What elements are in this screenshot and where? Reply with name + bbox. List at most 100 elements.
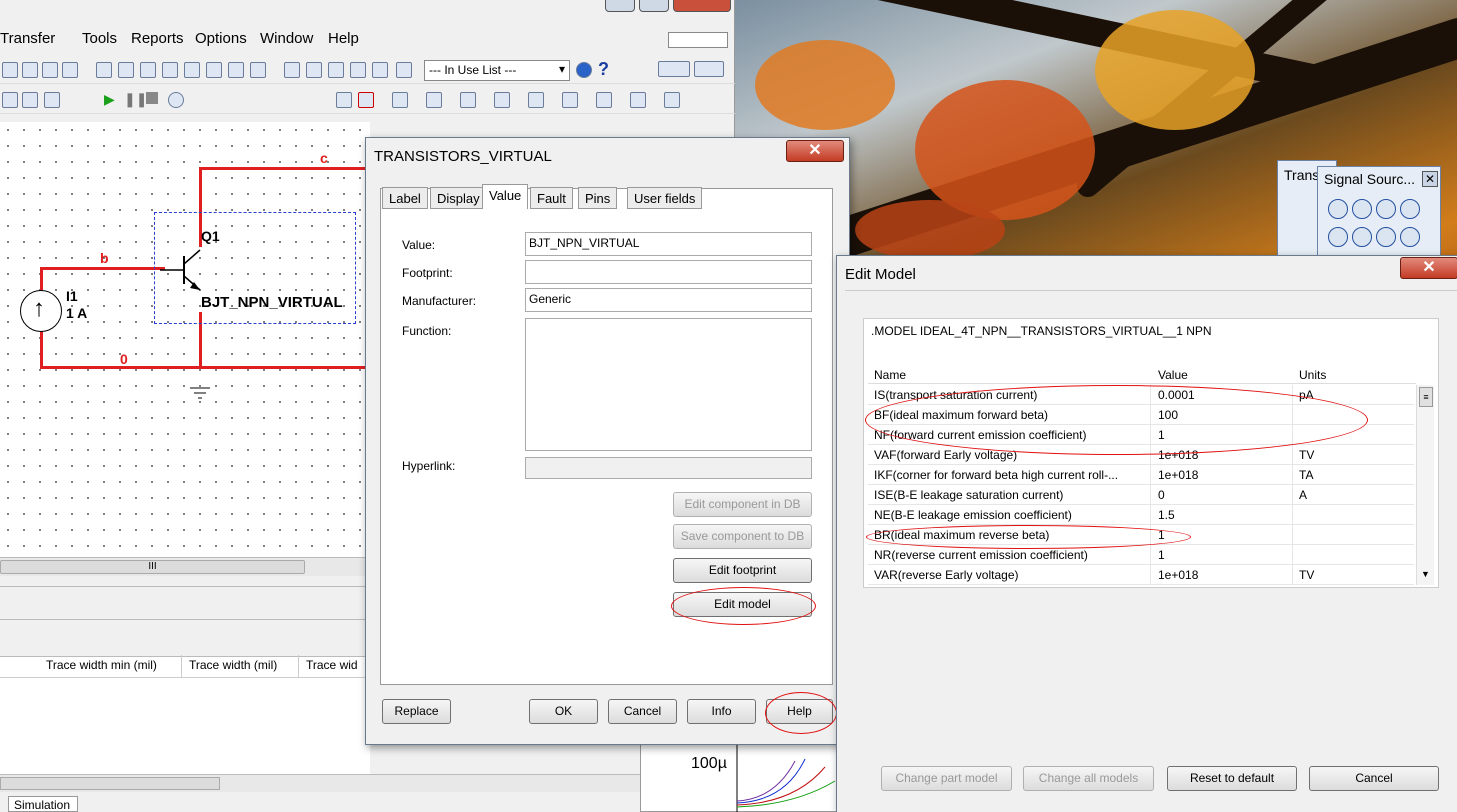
change-part-model-button[interactable]: Change part model [881, 766, 1012, 791]
column-header[interactable]: Trace wid [300, 655, 370, 677]
reset-to-default-button[interactable]: Reset to default [1167, 766, 1297, 791]
column-header[interactable]: Trace width (mil) [183, 655, 299, 677]
forward-annotate-icon[interactable] [396, 62, 412, 78]
word-generator-icon[interactable] [596, 92, 612, 108]
ac-source-icon[interactable] [1328, 199, 1348, 219]
check-icon[interactable] [228, 62, 244, 78]
exp-current-icon[interactable] [1400, 227, 1420, 247]
tab-pins[interactable]: Pins [578, 187, 618, 209]
menu-help[interactable]: Help [328, 30, 359, 47]
counter-icon[interactable] [562, 92, 578, 108]
net-icon[interactable] [22, 92, 38, 108]
table-vscrollbar[interactable]: ≡ ▼ [1416, 385, 1434, 585]
erc-icon[interactable] [306, 62, 322, 78]
tab-fault[interactable]: Fault [530, 187, 573, 209]
pause-icon[interactable]: ❚❚ [124, 91, 147, 108]
close-button[interactable] [673, 0, 731, 12]
cancel-button[interactable]: Cancel [608, 699, 677, 724]
scroll-thumb[interactable]: ≡ [1419, 387, 1433, 407]
ac-current-icon[interactable] [1328, 227, 1348, 247]
zoom-in-icon[interactable] [2, 62, 18, 78]
menu-window[interactable]: Window [260, 30, 313, 47]
dc-current-icon[interactable] [1352, 227, 1372, 247]
annotate-icon[interactable] [350, 62, 366, 78]
zoom-out-icon[interactable] [22, 62, 38, 78]
replace-button[interactable]: Replace [382, 699, 451, 724]
in-use-list-dropdown[interactable]: --- In Use List --- ▾ [424, 60, 570, 81]
menu-tools[interactable]: Tools [82, 30, 117, 47]
manufacturer-field[interactable]: Generic [525, 288, 812, 312]
iv-analyzer-icon[interactable] [664, 92, 680, 108]
tab-display[interactable]: Display [430, 187, 487, 209]
spreadsheet-hscrollbar[interactable] [0, 774, 640, 792]
wire-c[interactable] [199, 167, 370, 170]
grid-icon[interactable] [118, 62, 134, 78]
scroll-thumb[interactable] [0, 777, 220, 790]
table-row[interactable]: NE(B-E leakage emission coefficient) 1.5 [868, 505, 1414, 525]
close-icon[interactable]: ✕ [1422, 171, 1438, 187]
zoom-fit-icon[interactable] [62, 62, 78, 78]
minimize-button[interactable] [605, 0, 635, 12]
multimeter-icon[interactable] [426, 92, 442, 108]
analysis-icon[interactable] [250, 62, 266, 78]
column-header-units[interactable]: Units [1299, 368, 1326, 382]
wire-icon[interactable] [44, 92, 60, 108]
column-header-value[interactable]: Value [1158, 368, 1188, 382]
menu-reports[interactable]: Reports [131, 30, 184, 47]
align-icon[interactable] [336, 92, 352, 108]
probe-icon[interactable] [2, 92, 18, 108]
menu-transfer[interactable]: Transfer [0, 30, 55, 47]
search-icon[interactable] [96, 62, 112, 78]
scroll-down-icon[interactable]: ▼ [1421, 569, 1430, 579]
toggle-icon[interactable] [694, 61, 724, 77]
bode-icon[interactable] [528, 92, 544, 108]
edit-model-cancel-button[interactable]: Cancel [1309, 766, 1439, 791]
change-all-models-button[interactable]: Change all models [1023, 766, 1154, 791]
clock-source-icon[interactable] [1400, 199, 1420, 219]
run-icon[interactable]: ▶ [104, 91, 115, 108]
column-header-name[interactable]: Name [874, 368, 906, 382]
globe-icon[interactable] [576, 62, 592, 78]
info-button[interactable]: Info [687, 699, 756, 724]
tab-user-fields[interactable]: User fields [627, 187, 703, 209]
hyperlink-field[interactable] [525, 457, 812, 479]
breadboard-icon[interactable] [658, 61, 690, 77]
scroll-thumb[interactable]: III [0, 560, 305, 574]
edit-footprint-button[interactable]: Edit footprint [673, 558, 812, 583]
spreadsheet-icon[interactable] [162, 62, 178, 78]
canvas-hscrollbar[interactable]: III [0, 557, 370, 576]
table-row[interactable]: VAR(reverse Early voltage) 1e+018 TV [868, 565, 1414, 585]
tab-value[interactable]: Value [482, 184, 529, 209]
tab-simulation[interactable]: Simulation [8, 796, 78, 812]
wire-0[interactable] [40, 366, 370, 369]
stop-icon[interactable] [146, 92, 158, 104]
calculator-icon[interactable] [284, 62, 300, 78]
zoom-area-icon[interactable] [42, 62, 58, 78]
mdi-window-controls[interactable] [668, 32, 728, 48]
database-icon[interactable] [184, 62, 200, 78]
close-icon[interactable]: ✕ [1400, 257, 1457, 279]
transistor-symbol-icon[interactable] [160, 242, 210, 302]
menu-options[interactable]: Options [195, 30, 247, 47]
list-icon[interactable] [206, 62, 222, 78]
save-component-db-button[interactable]: Save component to DB [673, 524, 812, 549]
column-header[interactable]: Trace width min (mil) [40, 655, 182, 677]
schematic-canvas[interactable]: c b 0 Q1 BJT_NPN_VIRTUAL ↑ I1 1 A [0, 122, 370, 557]
function-generator-icon[interactable] [460, 92, 476, 108]
table-row[interactable]: NR(reverse current emission coefficient)… [868, 545, 1414, 565]
table-row[interactable]: IKF(corner for forward beta high current… [868, 465, 1414, 485]
footprint-field[interactable] [525, 260, 812, 284]
maximize-button[interactable] [639, 0, 669, 12]
edit-component-db-button[interactable]: Edit component in DB [673, 492, 812, 517]
logic-analyzer-icon[interactable] [630, 92, 646, 108]
back-annotate-icon[interactable] [372, 62, 388, 78]
current-source-icon[interactable]: ↑ [20, 290, 62, 332]
function-field[interactable] [525, 318, 812, 451]
help-icon[interactable]: ? [598, 59, 609, 80]
tab-label[interactable]: Label [382, 187, 428, 209]
ok-button[interactable]: OK [529, 699, 598, 724]
component-icon[interactable] [140, 62, 156, 78]
table-row[interactable]: ISE(B-E leakage saturation current) 0 A [868, 485, 1414, 505]
select-icon[interactable] [328, 62, 344, 78]
dc-source-icon[interactable] [1352, 199, 1372, 219]
